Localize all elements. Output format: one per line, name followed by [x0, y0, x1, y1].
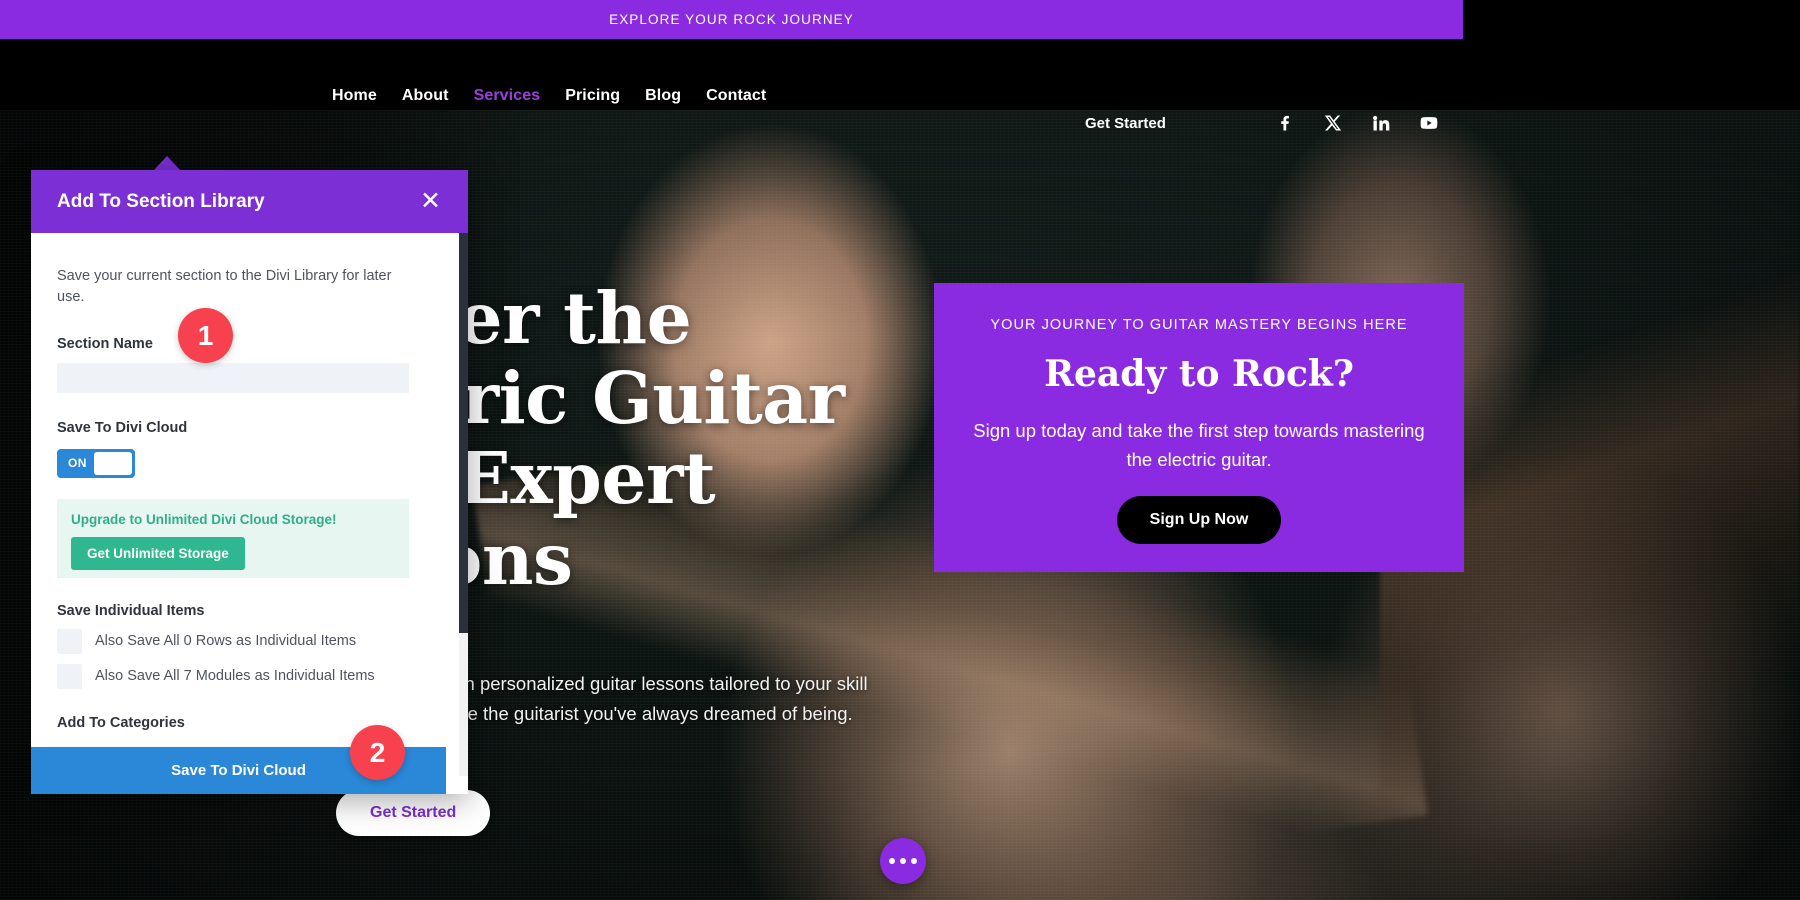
save-individual-items-label: Save Individual Items [57, 602, 205, 619]
hero-get-started-button[interactable]: Get Started [336, 790, 491, 836]
upgrade-promo-text: Upgrade to Unlimited Divi Cloud Storage! [71, 511, 337, 527]
modal-header: Add To Section Library ✕ [31, 170, 468, 233]
facebook-icon[interactable] [1275, 113, 1295, 133]
cta-card: YOUR JOURNEY TO GUITAR MASTERY BEGINS HE… [934, 283, 1464, 572]
nav-item-about[interactable]: About [402, 87, 449, 105]
nav-item-blog[interactable]: Blog [645, 87, 681, 105]
social-links [1275, 113, 1439, 133]
upgrade-promo-box: Upgrade to Unlimited Divi Cloud Storage!… [57, 498, 409, 578]
modal-scrollbar-track[interactable] [459, 233, 468, 776]
step-badge-2: 2 [350, 725, 405, 780]
add-to-section-library-modal: Add To Section Library ✕ Save your curre… [31, 170, 468, 794]
cta-title: Ready to Rock? [1044, 353, 1354, 395]
linkedin-icon[interactable] [1371, 113, 1391, 133]
section-name-input[interactable] [57, 362, 409, 393]
close-icon[interactable]: ✕ [418, 189, 443, 214]
checkbox-modules[interactable] [57, 663, 82, 689]
dot-icon [911, 858, 917, 864]
checkbox-row-modules[interactable]: Also Save All 7 Modules as Individual It… [57, 663, 442, 689]
section-name-label: Section Name [57, 335, 153, 352]
dot-icon [900, 858, 906, 864]
nav-item-contact[interactable]: Contact [706, 87, 766, 105]
screen-root: EXPLORE YOUR ROCK JOURNEY Home About Ser… [0, 0, 1800, 900]
youtube-icon[interactable] [1419, 113, 1439, 133]
more-options-button[interactable] [880, 838, 926, 884]
dot-icon [889, 858, 895, 864]
announcement-bar: EXPLORE YOUR ROCK JOURNEY [0, 0, 1463, 39]
announcement-bar-filler [1463, 0, 1800, 39]
checkbox-rows[interactable] [57, 628, 82, 654]
checkbox-row-rows[interactable]: Also Save All 0 Rows as Individual Items [57, 628, 442, 654]
toggle-knob [94, 451, 132, 475]
cta-sign-up-button[interactable]: Sign Up Now [1116, 496, 1282, 545]
save-to-divi-cloud-toggle[interactable]: ON [57, 448, 135, 478]
site-navbar: Home About Services Pricing Blog Contact… [0, 39, 1800, 132]
nav-get-started-link[interactable]: Get Started [1085, 115, 1166, 132]
nav-item-services[interactable]: Services [474, 87, 541, 105]
announcement-text: EXPLORE YOUR ROCK JOURNEY [609, 12, 854, 27]
modal-scrollbar-thumb[interactable] [459, 233, 468, 633]
cta-body-text: Sign up today and take the first step to… [973, 420, 1425, 470]
modal-body: Save your current section to the Divi Li… [31, 233, 468, 794]
nav-links: Home About Services Pricing Blog Contact [332, 87, 766, 105]
toggle-state-text: ON [68, 456, 87, 471]
cta-eyebrow: YOUR JOURNEY TO GUITAR MASTERY BEGINS HE… [990, 317, 1408, 333]
checkbox-modules-label: Also Save All 7 Modules as Individual It… [95, 668, 375, 685]
nav-item-home[interactable]: Home [332, 87, 377, 105]
checkbox-rows-label: Also Save All 0 Rows as Individual Items [95, 633, 357, 650]
step-badge-1: 1 [178, 308, 233, 363]
nav-item-pricing[interactable]: Pricing [565, 87, 620, 105]
modal-description: Save your current section to the Divi Li… [57, 268, 392, 306]
modal-pointer-triangle [153, 156, 181, 171]
save-to-divi-cloud-label: Save To Divi Cloud [57, 419, 188, 436]
x-twitter-icon[interactable] [1323, 113, 1343, 133]
get-unlimited-storage-button[interactable]: Get Unlimited Storage [71, 536, 245, 570]
modal-title: Add To Section Library [57, 190, 265, 212]
